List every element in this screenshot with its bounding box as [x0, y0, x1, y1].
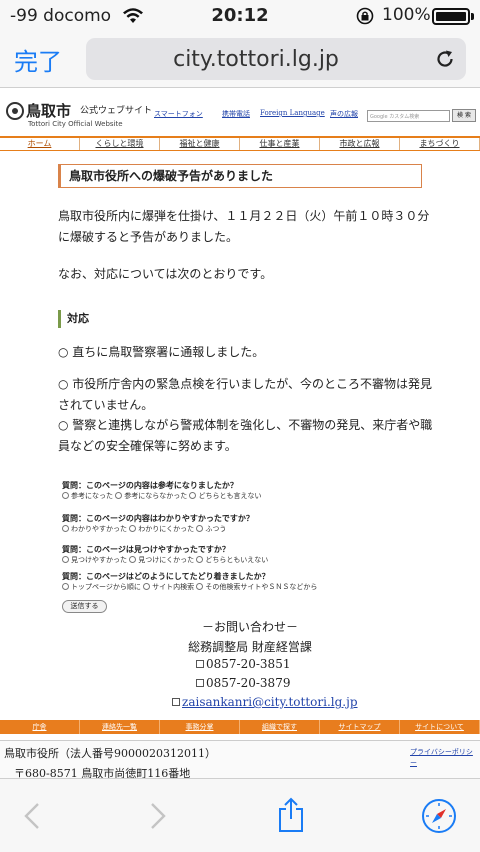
site-logo-sub: 公式ウェブサイト — [80, 106, 153, 116]
forward-icon[interactable] — [142, 801, 172, 831]
site-search-button[interactable]: 検 索 — [452, 109, 476, 122]
footer-link-duties[interactable]: 事務分掌 — [160, 720, 240, 734]
article-paragraph: 鳥取市役所内に爆弾を仕掛け、１１月２２日（火）午前１０時３０分に爆破すると予告が… — [58, 209, 430, 244]
survey-question-label: 質問：このページは見つけやすかったですか？ — [62, 544, 230, 554]
site-logo-name[interactable]: 鳥取市 — [26, 100, 71, 121]
reload-icon[interactable] — [434, 48, 456, 70]
radio-button[interactable] — [62, 556, 69, 563]
footer-link-about[interactable]: サイトについて — [400, 720, 480, 734]
radio-label[interactable]: 見つけやすかった — [71, 556, 127, 564]
footer-org: 鳥取市役所（法人番号9000020312011） — [4, 747, 216, 760]
browser-url-bar: 完了 city.tottori.lg.jp — [0, 32, 480, 88]
radio-label[interactable]: わかりやすかった — [71, 525, 127, 533]
footer-link-contacts[interactable]: 連絡先一覧 — [80, 720, 160, 734]
survey-question: 質問：このページは見つけやすかったですか？ 見つけやすかった 見つけにくかった … — [62, 544, 422, 566]
page-title: 鳥取市役所への爆破予告がありました — [58, 164, 422, 188]
back-icon[interactable] — [18, 801, 48, 831]
site-search-input[interactable]: Google カスタム検索 — [367, 110, 450, 122]
contact-tel: 0857-20-3851 — [196, 656, 290, 673]
survey-question: 質問：このページの内容はわかりやすかったですか？ わかりやすかった わかりにくか… — [62, 513, 422, 535]
nav-welfare[interactable]: 福祉と健康 — [160, 138, 240, 150]
nav-living[interactable]: くらしと環境 — [80, 138, 160, 150]
survey-submit-button[interactable]: 送信する — [62, 600, 107, 613]
url-text[interactable]: city.tottori.lg.jp — [86, 47, 426, 72]
survey-question: 質問：このページはどのようにしてたどり着きましたか？ トップページから順に サイ… — [62, 571, 422, 593]
fax-icon — [196, 679, 204, 687]
response-item: ○ 市役所庁舎内の緊急点検を行いましたが、今のところ不審物は発見されていません。 — [58, 377, 433, 412]
battery-percent: 100% — [382, 5, 431, 25]
radio-button[interactable] — [129, 556, 137, 563]
link-mobile[interactable]: 携帯電話 — [222, 109, 250, 119]
footer-nav: 庁舎 連絡先一覧 事務分掌 組織で探す サイトマップ サイトについて — [0, 720, 480, 734]
article-paragraph: なお、対応については次のとおりです。 — [58, 267, 273, 281]
compass-icon[interactable] — [420, 797, 458, 835]
radio-button[interactable] — [196, 525, 204, 532]
footer-link-building[interactable]: 庁舎 — [0, 720, 80, 734]
radio-button[interactable] — [196, 583, 204, 590]
radio-button[interactable] — [115, 492, 123, 499]
section-heading: 対応 — [58, 310, 89, 328]
battery-icon — [432, 8, 474, 25]
radio-button[interactable] — [62, 583, 69, 590]
radio-label[interactable]: トップページから順に — [71, 583, 141, 591]
contact-fax: 0857-20-3879 — [196, 675, 290, 692]
response-item: ○ 直ちに鳥取警察署に通報しました。 — [58, 345, 265, 359]
radio-label[interactable]: わかりにくかった — [138, 525, 194, 533]
status-bar: -99 docomo 20:12 100% — [0, 0, 480, 32]
response-item: ○ 警察と連携しながら警戒体制を強化し、不審物の発見、来庁者や職員などの安全確保… — [58, 418, 433, 453]
radio-label[interactable]: どちらとも言えない — [198, 492, 261, 500]
link-foreign-language[interactable]: Foreign Language — [260, 109, 325, 117]
radio-button[interactable] — [62, 525, 69, 532]
site-header: 鳥取市 公式ウェブサイト Tottori City Official Websi… — [0, 98, 480, 132]
radio-label[interactable]: その他検索サイトやＳＮＳなどから — [205, 583, 317, 591]
link-smartphone[interactable]: スマートフォン — [154, 109, 203, 119]
web-content: 鳥取市 公式ウェブサイト Tottori City Official Websi… — [0, 88, 480, 778]
footer-address: 〒680-8571 鳥取市尚徳町116番地 — [14, 767, 191, 778]
radio-button[interactable] — [129, 525, 137, 532]
city-emblem-icon[interactable] — [6, 102, 24, 120]
radio-button[interactable] — [143, 583, 151, 590]
nav-administration[interactable]: 市政と広報 — [320, 138, 400, 150]
radio-label[interactable]: ふつう — [205, 525, 226, 533]
radio-label[interactable]: 参考になった — [71, 492, 113, 500]
rotation-lock-icon — [356, 7, 374, 25]
site-footer: 鳥取市役所（法人番号9000020312011） 〒680-8571 鳥取市尚徳… — [0, 740, 480, 778]
survey-question-label: 質問：このページはどのようにしてたどり着きましたか？ — [62, 571, 270, 581]
radio-button[interactable] — [62, 492, 69, 499]
phone-icon — [196, 660, 204, 668]
link-voice-pr[interactable]: 声の広報 — [330, 109, 358, 119]
footer-link-sitemap[interactable]: サイトマップ — [320, 720, 400, 734]
radio-button[interactable] — [189, 492, 197, 499]
radio-label[interactable]: 参考にならなかった — [124, 492, 187, 500]
survey-question-label: 質問：このページの内容はわかりやすかったですか？ — [62, 513, 254, 523]
mail-icon — [172, 698, 180, 706]
tel-number: 0857-20-3851 — [206, 657, 291, 671]
survey-question: 質問：このページの内容は参考になりましたか？ 参考になった 参考にならなかった … — [62, 480, 422, 502]
fax-number: 0857-20-3879 — [206, 676, 291, 690]
survey-question-label: 質問：このページの内容は参考になりましたか？ — [62, 480, 238, 490]
contact-heading: －お問い合わせ－ — [201, 620, 298, 634]
privacy-policy-link[interactable]: プライバシーポリシー — [410, 747, 476, 769]
contact-department: 総務調整局 財産経営課 — [188, 640, 312, 654]
address-field[interactable]: city.tottori.lg.jp — [86, 38, 466, 80]
radio-button[interactable] — [196, 556, 204, 563]
radio-label[interactable]: どちらともいえない — [205, 556, 268, 564]
done-button[interactable]: 完了 — [14, 42, 62, 77]
footer-link-organization[interactable]: 組織で探す — [240, 720, 320, 734]
radio-label[interactable]: サイト内検索 — [152, 583, 194, 591]
site-logo-en: Tottori City Official Website — [28, 120, 123, 128]
nav-town-planning[interactable]: まちづくり — [400, 138, 480, 150]
browser-toolbar — [0, 778, 480, 852]
radio-label[interactable]: 見つけにくかった — [138, 556, 194, 564]
contact-email: zaisankanri@city.tottori.lg.jp — [172, 694, 358, 711]
share-icon[interactable] — [276, 797, 306, 833]
nav-industry[interactable]: 仕事と産業 — [240, 138, 320, 150]
email-link[interactable]: zaisankanri@city.tottori.lg.jp — [182, 695, 358, 709]
nav-home[interactable]: ホーム — [0, 138, 80, 150]
global-nav: ホーム くらしと環境 福祉と健康 仕事と産業 市政と広報 まちづくり — [0, 136, 480, 151]
